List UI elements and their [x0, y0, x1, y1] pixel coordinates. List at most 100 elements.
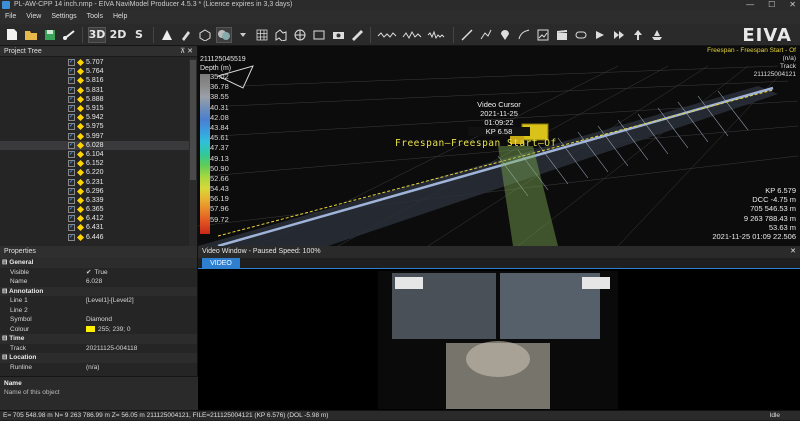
checkbox-icon[interactable]: ✓ [68, 132, 75, 140]
checkbox-icon[interactable]: ✓ [68, 114, 75, 122]
checkbox-icon[interactable]: ✓ [68, 233, 75, 241]
property-visible[interactable]: Visible ✔ True [0, 268, 197, 278]
tab-video[interactable]: VIDEO [202, 258, 240, 269]
close-button[interactable]: ✕ [789, 0, 796, 10]
checkbox-icon[interactable]: ✓ [68, 224, 75, 232]
menu-file[interactable]: File [0, 10, 21, 24]
globe-icon[interactable] [292, 27, 308, 43]
tree-item[interactable]: ✓ 6.339 [0, 196, 190, 205]
tree-item[interactable]: ✓ 5.997 [0, 132, 190, 141]
checkbox-icon[interactable]: ✓ [68, 169, 75, 177]
tree-scrollbar[interactable] [189, 58, 197, 246]
view-3d-button[interactable]: 3D [88, 26, 106, 43]
layers-icon[interactable] [216, 26, 232, 43]
ruler-icon[interactable] [349, 27, 365, 43]
3d-view[interactable]: 211125045519 Depth (m) 35.02 36.78 38.55 40… [198, 46, 800, 246]
checkbox-icon[interactable]: ✓ [68, 95, 75, 103]
clapper-icon[interactable] [554, 27, 570, 43]
checkbox-icon[interactable]: ✓ [68, 141, 75, 149]
tree-item[interactable]: ✓ 6.412 [0, 214, 190, 223]
property-colour[interactable]: Colour 255; 239; 0 [0, 325, 197, 335]
property-name[interactable]: Name 6.028 [0, 277, 197, 287]
connect-icon[interactable] [61, 27, 77, 43]
camera-icon[interactable] [330, 27, 346, 43]
checkbox-icon[interactable]: ✓ [68, 178, 75, 186]
property-runline[interactable]: Runline (n/a) [0, 363, 197, 373]
new-file-icon[interactable] [4, 27, 20, 43]
profile-2-icon[interactable] [401, 27, 423, 43]
tree-item[interactable]: ✓ 5.831 [0, 86, 190, 95]
scrollbar-thumb[interactable] [190, 60, 196, 180]
pin-icon[interactable]: ⊼ ✕ [180, 46, 193, 57]
curve-icon[interactable] [516, 27, 532, 43]
line-tool-icon[interactable] [459, 27, 475, 43]
grid-icon[interactable] [254, 27, 270, 43]
tree-item[interactable]: ✓ 5.915 [0, 104, 190, 113]
view-2d-button[interactable]: 2D [109, 27, 127, 43]
profile-3-icon[interactable] [426, 27, 448, 43]
checkbox-icon[interactable]: ✓ [68, 105, 75, 113]
checkbox-icon[interactable]: ✓ [68, 150, 75, 158]
tree-item[interactable]: ✓ 5.816 [0, 76, 190, 85]
checkbox-icon[interactable]: ✓ [68, 68, 75, 76]
profile-icon[interactable] [376, 27, 398, 43]
property-track[interactable]: Track 20211125-004118 [0, 344, 197, 354]
tree-item[interactable]: ✓ 5.975 [0, 122, 190, 131]
tree-item[interactable]: ✓ 6.365 [0, 205, 190, 214]
maximize-button[interactable]: ☐ [768, 0, 775, 10]
tree-item[interactable]: ✓ 6.104 [0, 150, 190, 159]
fast-forward-icon[interactable] [611, 27, 627, 43]
tree-item[interactable]: ✓ 6.231 [0, 177, 190, 186]
tree-item[interactable]: ✓ 6.220 [0, 168, 190, 177]
marker-icon[interactable] [497, 27, 513, 43]
checkbox-icon[interactable]: ✓ [68, 215, 75, 223]
chart-icon[interactable] [535, 27, 551, 43]
tree-item[interactable]: ✓ 6.152 [0, 159, 190, 168]
navigate-icon[interactable] [159, 27, 175, 43]
video-close-icon[interactable]: ✕ [790, 246, 796, 258]
tree-item[interactable]: ✓ 5.942 [0, 113, 190, 122]
tree-item[interactable]: ✓ 6.028 [0, 140, 190, 150]
checkbox-icon[interactable]: ✓ [68, 160, 75, 168]
open-folder-icon[interactable] [23, 27, 39, 43]
tree-item[interactable]: ✓ 6.431 [0, 223, 190, 232]
minimize-button[interactable]: — [746, 0, 754, 10]
checkbox-icon[interactable]: ✓ [68, 187, 75, 195]
property-line1[interactable]: Line 1 [Level1]-[Level2] [0, 296, 197, 306]
video-display[interactable] [198, 269, 800, 410]
property-line2[interactable]: Line 2 [0, 306, 197, 316]
category-location[interactable]: ⊟ Location [0, 353, 197, 363]
tree-item[interactable]: ✓ 6.446 [0, 233, 190, 242]
play-icon[interactable] [592, 27, 608, 43]
checkbox-icon[interactable]: ✓ [68, 206, 75, 214]
checkbox-icon[interactable]: ✓ [68, 59, 75, 67]
menu-help[interactable]: Help [108, 10, 132, 24]
record-icon[interactable] [573, 27, 589, 43]
polyline-icon[interactable] [478, 27, 494, 43]
menu-settings[interactable]: Settings [46, 10, 81, 24]
dropdown-arrow-icon[interactable] [235, 27, 251, 43]
frame-icon[interactable] [311, 27, 327, 43]
vessel-icon[interactable] [649, 27, 665, 43]
checkbox-icon[interactable]: ✓ [68, 77, 75, 85]
box-icon[interactable] [197, 27, 213, 43]
map-outline-icon[interactable] [273, 27, 289, 43]
category-time[interactable]: ⊟ Time [0, 334, 197, 344]
tree-item[interactable]: ✓ 5.707 [0, 58, 190, 67]
menu-tools[interactable]: Tools [82, 10, 108, 24]
checkbox-checked-icon[interactable]: ✔ [86, 268, 91, 278]
checkbox-icon[interactable]: ✓ [68, 86, 75, 94]
view-s-button[interactable]: S [130, 27, 148, 43]
menu-view[interactable]: View [21, 10, 46, 24]
checkbox-icon[interactable]: ✓ [68, 196, 75, 204]
brush-icon[interactable] [178, 27, 194, 43]
upload-icon[interactable] [630, 27, 646, 43]
checkbox-icon[interactable]: ✓ [68, 123, 75, 131]
save-icon[interactable] [42, 27, 58, 43]
tree-item[interactable]: ✓ 5.764 [0, 67, 190, 76]
category-annotation[interactable]: ⊟ Annotation [0, 286, 197, 296]
tree-item[interactable]: ✓ 6.296 [0, 187, 190, 196]
property-symbol[interactable]: Symbol Diamond [0, 315, 197, 325]
tree-item[interactable]: ✓ 5.888 [0, 95, 190, 104]
category-general[interactable]: ⊟ General [0, 258, 197, 268]
